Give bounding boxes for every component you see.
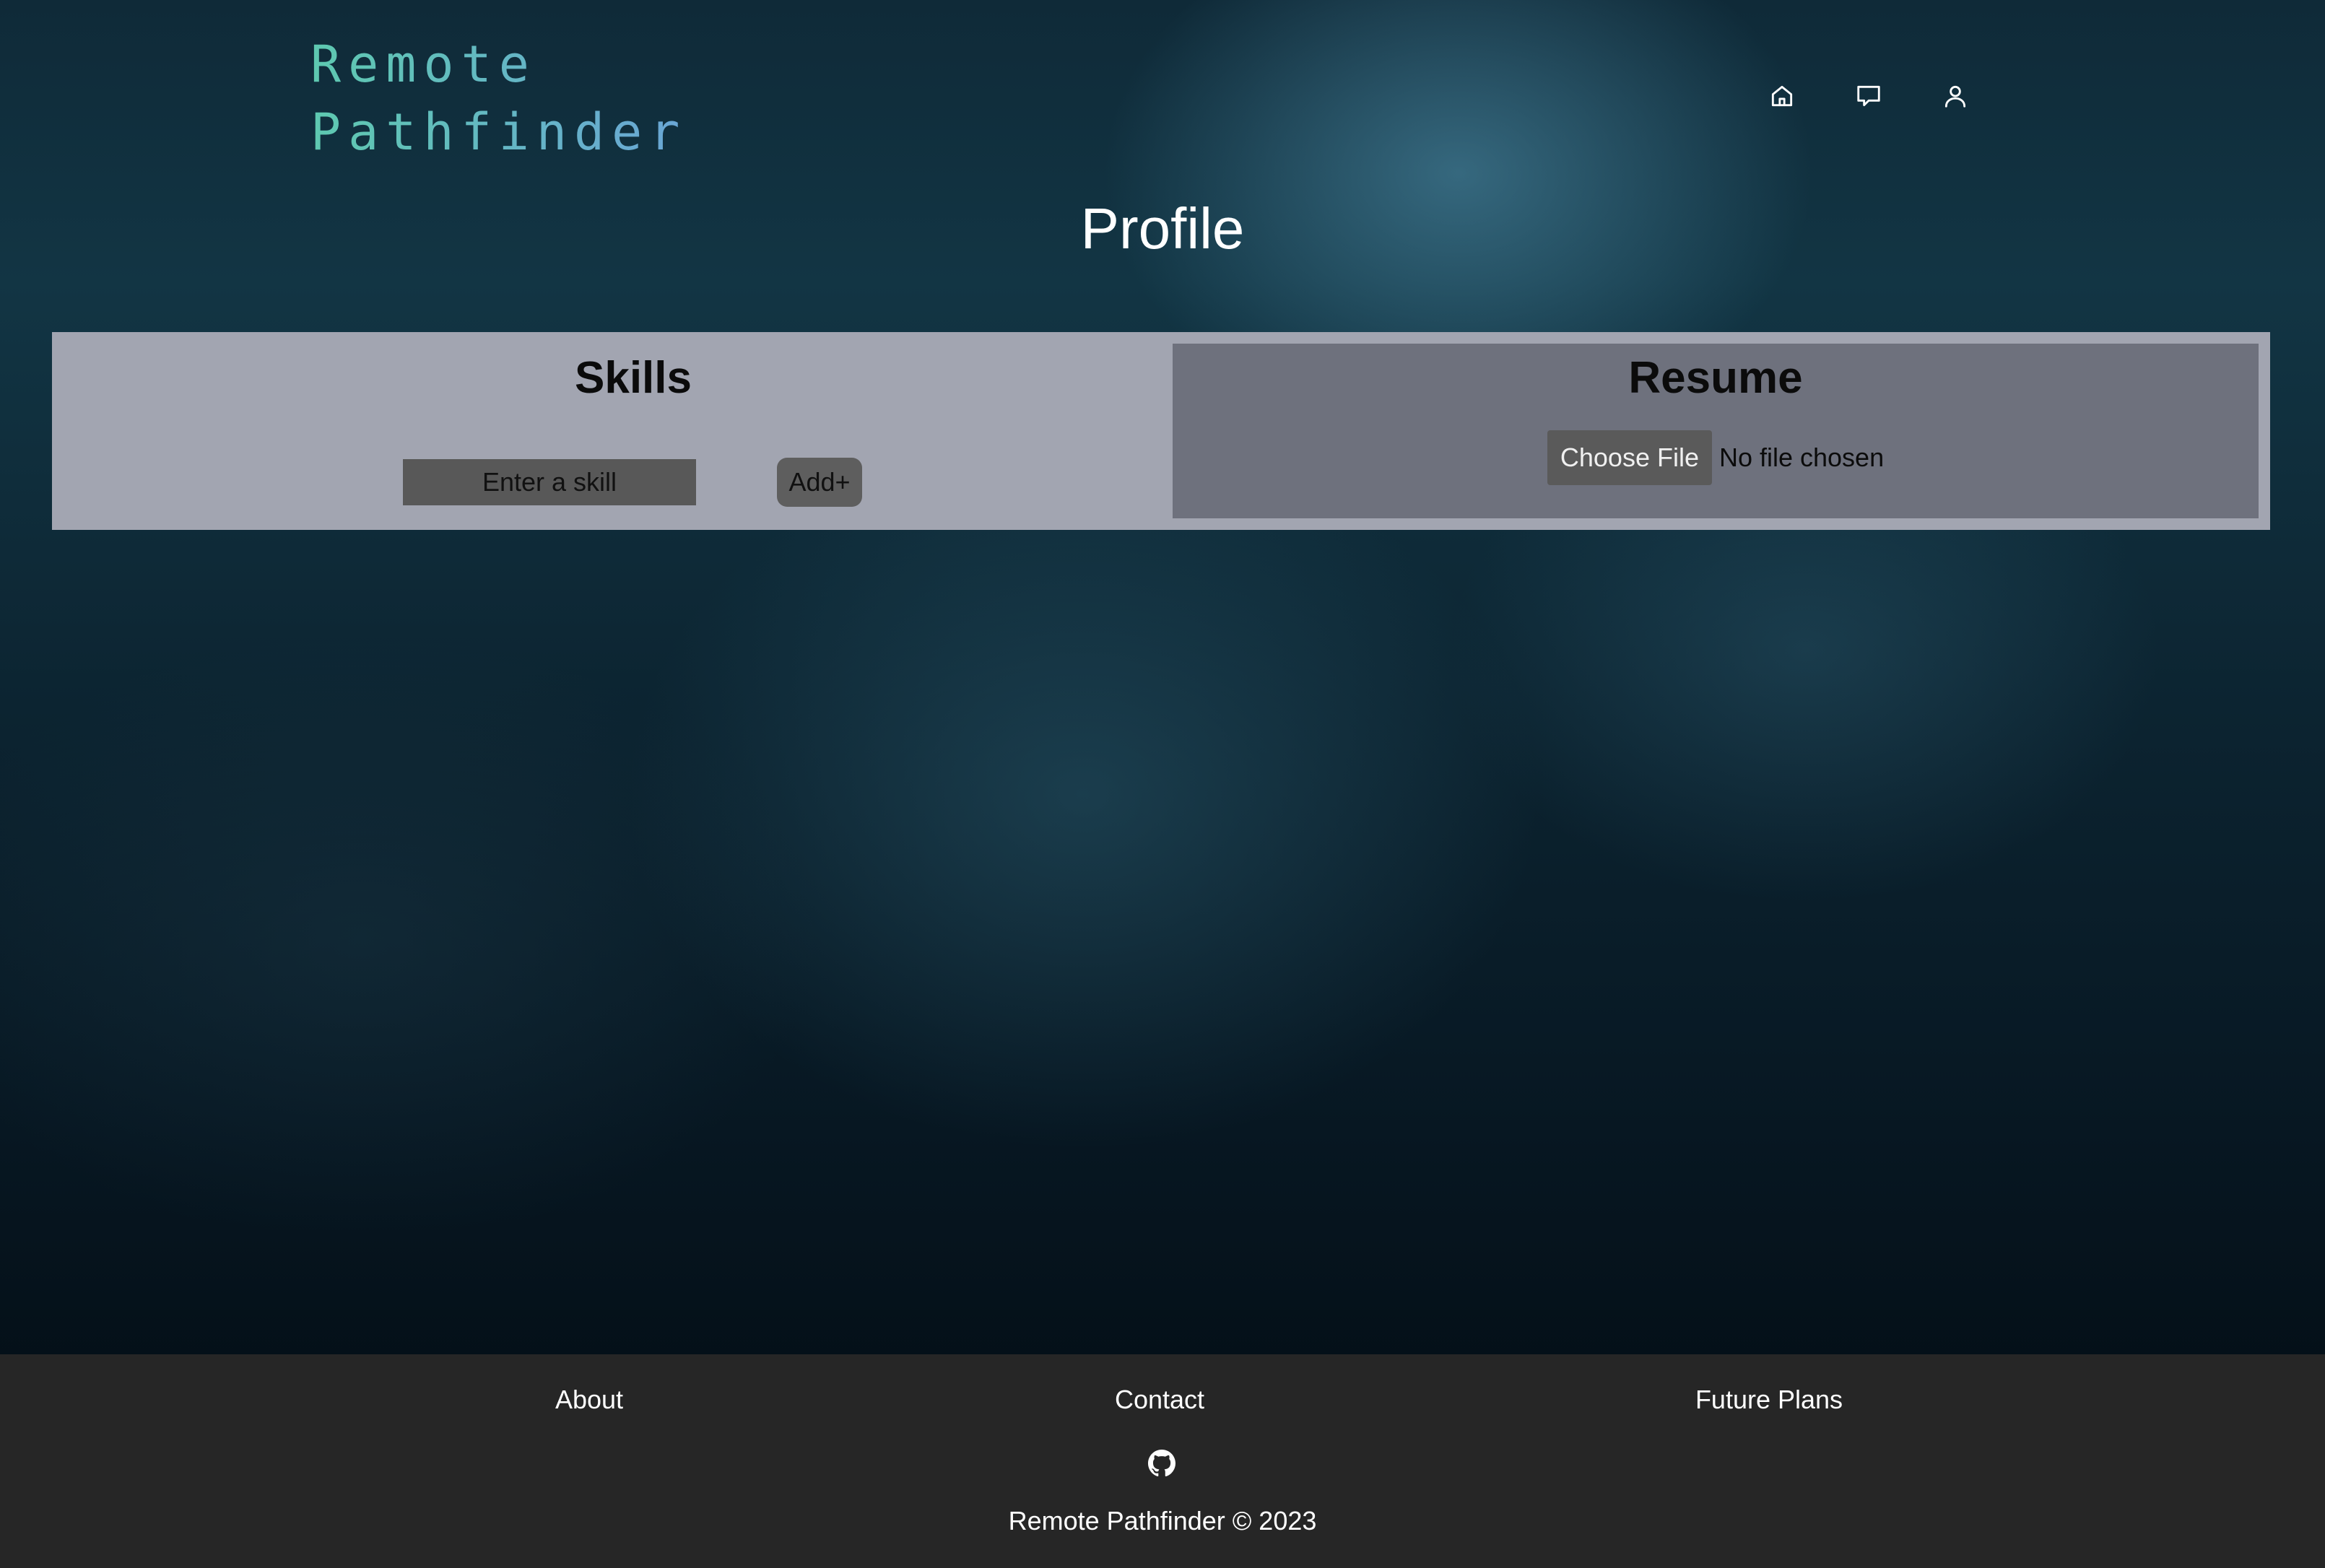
- resume-section: Resume Choose File No file chosen: [1173, 344, 2259, 518]
- site-footer: About Contact Future Plans Remote Pathfi…: [0, 1354, 2325, 1568]
- skills-section: Skills Add+: [52, 332, 1214, 530]
- footer-link-contact[interactable]: Contact: [1115, 1385, 1204, 1415]
- skills-heading: Skills: [575, 353, 692, 403]
- logo-line-1: Remote: [310, 35, 536, 94]
- resume-heading: Resume: [1628, 353, 1803, 403]
- copyright-text: Remote Pathfinder © 2023: [1008, 1506, 1317, 1536]
- site-logo[interactable]: Remote Pathfinder: [310, 30, 687, 166]
- github-icon[interactable]: [1148, 1450, 1175, 1477]
- top-nav: [1768, 78, 1970, 114]
- home-icon: [1771, 85, 1793, 107]
- page-title: Profile: [1080, 196, 1245, 261]
- footer-link-about[interactable]: About: [555, 1385, 623, 1415]
- footer-link-future-plans[interactable]: Future Plans: [1695, 1385, 1843, 1415]
- user-icon: [1944, 85, 1966, 108]
- nav-home-button[interactable]: [1768, 78, 1796, 114]
- profile-panel: Skills Add+ Resume Choose File No file c…: [52, 332, 2270, 530]
- file-upload: Choose File No file chosen: [1173, 430, 2259, 485]
- choose-file-button[interactable]: Choose File: [1547, 430, 1712, 485]
- skill-input[interactable]: [403, 459, 696, 505]
- chat-icon: [1857, 85, 1880, 107]
- file-status-text: No file chosen: [1718, 443, 1885, 472]
- nav-profile-button[interactable]: [1941, 78, 1970, 114]
- nav-messages-button[interactable]: [1854, 78, 1883, 114]
- add-skill-button[interactable]: Add+: [777, 458, 862, 507]
- logo-line-2: Pathfinder: [310, 103, 687, 162]
